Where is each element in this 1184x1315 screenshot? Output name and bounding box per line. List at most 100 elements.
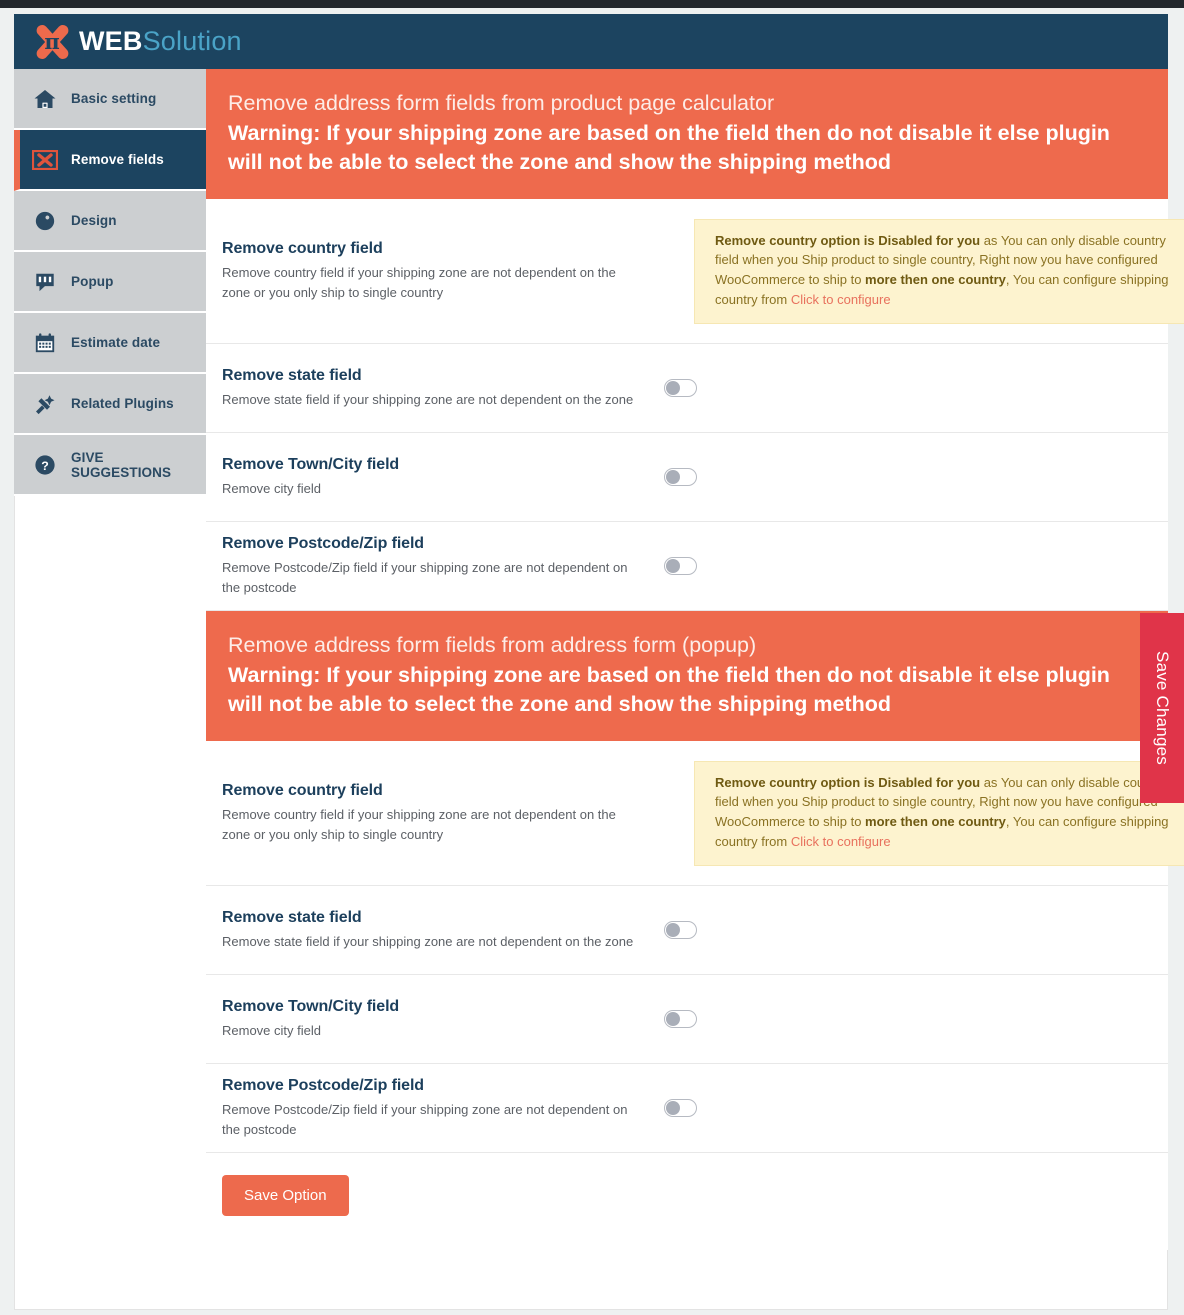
settings-row: Remove Postcode/Zip field Remove Postcode…	[206, 1064, 1168, 1154]
toggle-knob	[666, 470, 680, 485]
settings-row: Remove state field Remove state field if …	[206, 344, 1168, 434]
plugin-settings-page: π WEB Solution Basic setting Remove field…	[0, 0, 1184, 1315]
sidebar-item-related-plugins[interactable]: Related Plugins	[14, 374, 206, 435]
sidebar-item-popup[interactable]: Popup	[14, 252, 206, 313]
toggle-switch[interactable]	[664, 1010, 697, 1029]
admin-top-strip	[0, 0, 1184, 8]
home-icon	[32, 86, 58, 112]
field-title: Remove Town/City field	[222, 455, 400, 473]
sidebar-item-label: Basic setting	[71, 91, 157, 106]
field-info: Remove country field Remove country field…	[222, 240, 652, 302]
field-control	[652, 379, 1152, 398]
settings-row: Remove country field Remove country field…	[206, 741, 1184, 887]
toggle-switch[interactable]	[664, 1099, 697, 1118]
toggle-knob	[666, 1012, 680, 1027]
field-description: Remove Postcode/Zip field if your shippi…	[222, 1102, 628, 1137]
svg-text:?: ?	[41, 458, 49, 472]
field-description: Remove state field if your shipping zone…	[222, 391, 634, 407]
sidebar-item-label: Estimate date	[71, 335, 161, 350]
brand-name-secondary: Solution	[142, 26, 242, 56]
field-control: Remove country option is Disabled for yo…	[652, 218, 1184, 324]
click-to-configure-link[interactable]: Click to configure	[791, 834, 891, 849]
toggle-knob	[666, 381, 680, 396]
notice-bold-mid: more then one country	[865, 814, 1006, 830]
notice-bold-mid: more then one country	[865, 272, 1006, 288]
sidebar-item-label: GIVE SUGGESTIONS	[71, 449, 172, 480]
click-to-configure-link[interactable]: Click to configure	[791, 292, 891, 307]
section-title: Remove address form fields from address …	[228, 633, 757, 658]
section-title: Remove address form fields from product …	[228, 91, 775, 115]
save-option-row: Save Option	[206, 1153, 1168, 1251]
field-info: Remove Postcode/Zip field Remove Postcode…	[222, 535, 652, 597]
section-warning: Warning: If your shipping zone are based…	[228, 663, 1110, 717]
question-circle-icon: ?	[32, 452, 58, 478]
toggle-knob	[666, 559, 680, 574]
save-changes-tab[interactable]: Save Changes	[1140, 613, 1184, 803]
field-description: Remove state field if your shipping zone…	[222, 933, 634, 949]
field-control	[652, 468, 1152, 487]
sidebar-item-basic-setting[interactable]: Basic setting	[14, 69, 206, 130]
settings-row: Remove Postcode/Zip field Remove Postcode…	[206, 522, 1168, 612]
field-info: Remove Town/City field Remove city field	[222, 998, 652, 1041]
sidebar-item-design[interactable]: Design	[14, 191, 206, 252]
field-description: Remove Postcode/Zip field if your shippi…	[222, 560, 628, 595]
field-title: Remove Postcode/Zip field	[222, 1077, 424, 1095]
sidebar-item-remove-fields[interactable]: Remove fields	[14, 130, 206, 191]
field-title: Remove country field	[222, 240, 383, 258]
remove-fields-x-box-icon	[32, 147, 58, 173]
field-title: Remove Postcode/Zip field	[222, 535, 424, 553]
section-header: Remove address form fields from product …	[206, 69, 1168, 200]
calendar-icon	[32, 330, 58, 356]
toggle-knob	[666, 923, 680, 938]
field-title: Remove state field	[222, 366, 362, 384]
field-info: Remove state field Remove state field if …	[222, 367, 652, 410]
field-description: Remove city field	[222, 480, 321, 496]
save-changes-label: Save Changes	[1153, 651, 1173, 765]
sidebar-item-label: Related Plugins	[71, 396, 174, 411]
field-control	[652, 921, 1152, 940]
field-description: Remove city field	[222, 1022, 321, 1038]
save-option-button[interactable]: Save Option	[222, 1175, 349, 1217]
sidebar-item-label: Popup	[71, 274, 114, 289]
main-content: Remove address form fields from product …	[206, 69, 1184, 1251]
field-info: Remove country field Remove country field…	[222, 782, 652, 844]
field-info: Remove Postcode/Zip field Remove Postcode…	[222, 1077, 652, 1139]
sidebar-item-label: Remove fields	[71, 152, 164, 167]
field-control	[652, 1099, 1152, 1118]
toggle-switch[interactable]	[664, 468, 697, 487]
field-control	[652, 557, 1152, 576]
popup-speech-bubble-icon	[32, 269, 58, 295]
notice-bold-lead: Remove country option is Disabled for yo…	[715, 232, 981, 248]
field-control: Remove country option is Disabled for yo…	[652, 760, 1184, 866]
notice-bold-lead: Remove country option is Disabled for yo…	[715, 774, 981, 790]
field-title: Remove state field	[222, 908, 362, 926]
design-droplet-icon	[32, 208, 58, 234]
sidebar: Basic setting Remove fields Design Popup Est…	[14, 69, 206, 496]
toggle-switch[interactable]	[664, 921, 697, 940]
field-info: Remove state field Remove state field if …	[222, 909, 652, 952]
toggle-switch[interactable]	[664, 557, 697, 576]
field-title: Remove Town/City field	[222, 997, 400, 1015]
pi-x-logo-icon: π	[32, 22, 72, 62]
disabled-notice: Remove country option is Disabled for yo…	[694, 760, 1184, 866]
plug-icon	[32, 391, 58, 417]
section-header: Remove address form fields from address …	[206, 611, 1168, 742]
toggle-switch[interactable]	[664, 379, 697, 398]
field-description: Remove country field if your shipping zo…	[222, 807, 616, 842]
disabled-notice: Remove country option is Disabled for yo…	[694, 218, 1184, 324]
field-control	[652, 1010, 1152, 1029]
settings-row: Remove state field Remove state field if …	[206, 886, 1168, 976]
brand-header: π WEB Solution	[14, 14, 1168, 69]
field-title: Remove country field	[222, 782, 383, 800]
brand-name-primary: WEB	[79, 26, 143, 56]
sidebar-item-estimate-date[interactable]: Estimate date	[14, 313, 206, 374]
settings-row: Remove Town/City field Remove city field	[206, 975, 1168, 1065]
settings-row: Remove country field Remove country field…	[206, 199, 1184, 345]
sidebar-item-give-suggestions[interactable]: ? GIVE SUGGESTIONS	[14, 435, 206, 496]
sidebar-item-label: Design	[71, 213, 117, 228]
settings-row: Remove Town/City field Remove city field	[206, 433, 1168, 523]
field-info: Remove Town/City field Remove city field	[222, 456, 652, 499]
field-description: Remove country field if your shipping zo…	[222, 265, 616, 300]
section-warning: Warning: If your shipping zone are based…	[228, 121, 1110, 175]
toggle-knob	[666, 1101, 680, 1116]
